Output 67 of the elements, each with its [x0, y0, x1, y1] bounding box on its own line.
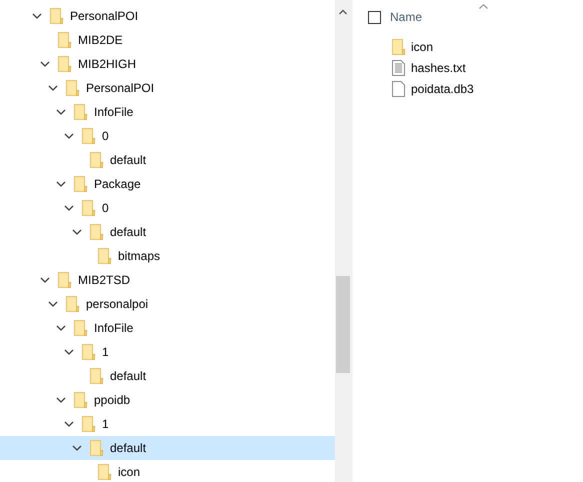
- folder-icon: [90, 152, 103, 168]
- folder-icon: [74, 392, 87, 408]
- tree-item[interactable]: icon: [0, 460, 335, 482]
- file-icon: [392, 80, 405, 96]
- folder-icon: [98, 248, 111, 264]
- scrollbar[interactable]: [335, 0, 352, 482]
- chevron-down-icon[interactable]: [48, 83, 58, 93]
- chevron-down-icon[interactable]: [64, 131, 74, 141]
- folder-icon: [82, 416, 95, 432]
- chevron-down-icon[interactable]: [40, 59, 50, 69]
- sort-caret-icon: [479, 4, 488, 9]
- file-item[interactable]: poidata.db3: [368, 78, 583, 99]
- chevron-down-icon[interactable]: [72, 227, 82, 237]
- tree-item[interactable]: bitmaps: [0, 244, 335, 268]
- chevron-down-icon[interactable]: [56, 323, 66, 333]
- tree-item[interactable]: Package: [0, 172, 335, 196]
- tree-item[interactable]: PersonalPOI: [0, 76, 335, 100]
- folder-icon: [90, 440, 103, 456]
- column-header[interactable]: Name: [390, 8, 422, 26]
- tree-item[interactable]: default: [0, 148, 335, 172]
- chevron-down-icon[interactable]: [40, 275, 50, 285]
- folder-icon: [392, 38, 405, 54]
- chevron-down-icon[interactable]: [56, 395, 66, 405]
- scroll-up-icon[interactable]: [339, 9, 347, 15]
- tree-item[interactable]: default: [0, 364, 335, 388]
- folder-icon: [74, 176, 87, 192]
- folder-icon: [74, 320, 87, 336]
- chevron-down-icon[interactable]: [56, 107, 66, 117]
- tree-item[interactable]: 1: [0, 412, 335, 436]
- chevron-down-icon[interactable]: [64, 347, 74, 357]
- file-item[interactable]: hashes.txt: [368, 57, 583, 78]
- file-item[interactable]: icon: [368, 36, 583, 57]
- folder-icon: [58, 32, 71, 48]
- folder-icon: [82, 344, 95, 360]
- scrollbar-thumb[interactable]: [336, 276, 350, 373]
- tree-item[interactable]: 0: [0, 196, 335, 220]
- tree-item[interactable]: MIB2TSD: [0, 268, 335, 292]
- tree-item[interactable]: 1: [0, 340, 335, 364]
- folder-icon: [66, 80, 79, 96]
- folder-icon: [98, 464, 111, 480]
- folder-icon: [90, 368, 103, 384]
- folder-icon: [74, 104, 87, 120]
- tree-item[interactable]: default: [0, 436, 335, 460]
- folder-icon: [58, 56, 71, 72]
- chevron-down-icon[interactable]: [48, 299, 58, 309]
- tree-item[interactable]: personalpoi: [0, 292, 335, 316]
- folder-icon: [82, 128, 95, 144]
- checkbox[interactable]: [368, 10, 381, 24]
- tree-item[interactable]: InfoFile: [0, 100, 335, 124]
- chevron-down-icon[interactable]: [72, 443, 82, 453]
- folder-icon: [66, 296, 79, 312]
- chevron-down-icon[interactable]: [32, 11, 42, 21]
- tree-item[interactable]: MIB2DE: [0, 28, 335, 52]
- folder-icon: [90, 224, 103, 240]
- tree-item[interactable]: ppoidb: [0, 388, 335, 412]
- chevron-down-icon[interactable]: [56, 179, 66, 189]
- tree-item[interactable]: InfoFile: [0, 316, 335, 340]
- chevron-down-icon[interactable]: [64, 203, 74, 213]
- tree-item[interactable]: default: [0, 220, 335, 244]
- tree-item[interactable]: 0: [0, 124, 335, 148]
- tree-item[interactable]: PersonalPOI: [0, 4, 335, 28]
- tree-item[interactable]: MIB2HIGH: [0, 52, 335, 76]
- text-file-icon: [392, 60, 405, 76]
- folder-icon: [58, 272, 71, 288]
- folder-icon: [50, 8, 63, 24]
- chevron-down-icon[interactable]: [64, 419, 74, 429]
- folder-icon: [82, 200, 95, 216]
